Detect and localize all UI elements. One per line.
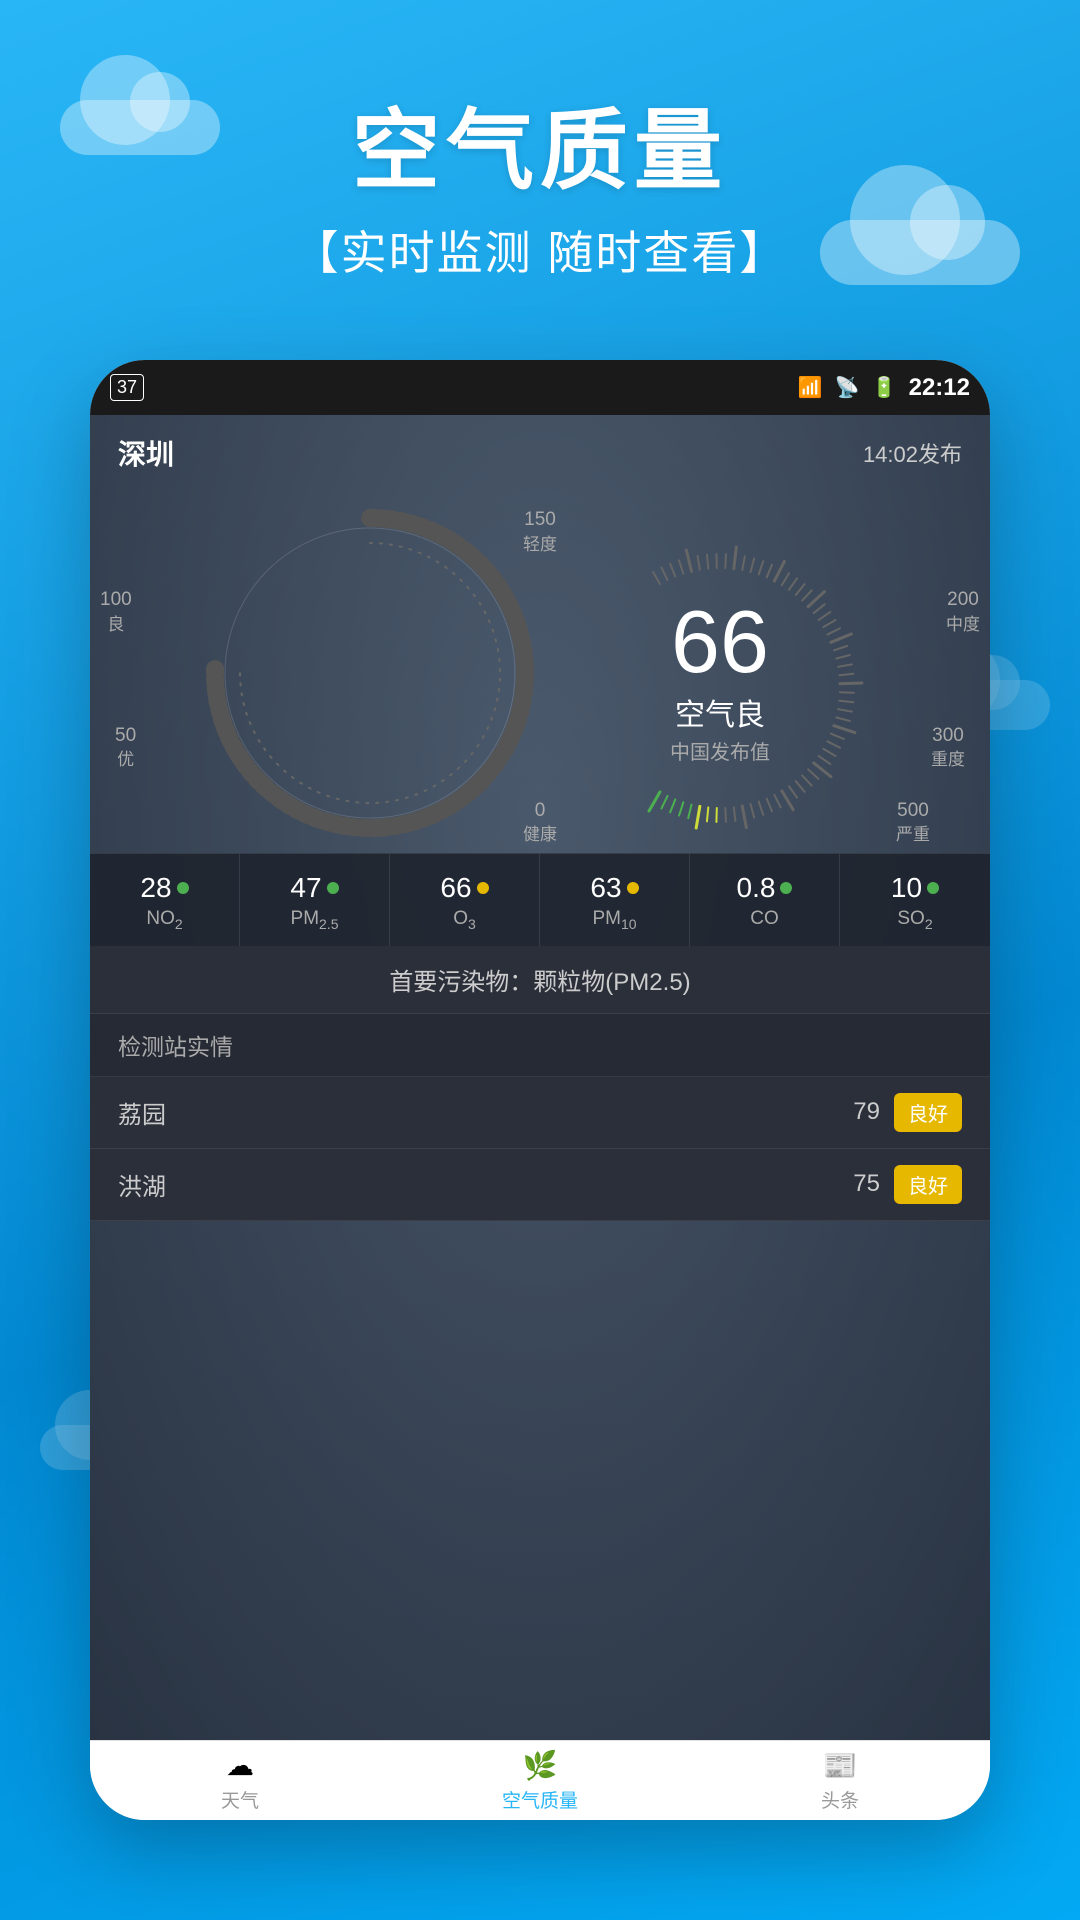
city-label: 深圳 <box>118 433 174 473</box>
battery-icon: 🔋 <box>872 375 897 400</box>
station-row-honghu[interactable]: 洪湖 75 良好 <box>90 1149 990 1221</box>
app-subtitle: 【实时监测 随时查看】 <box>0 217 1080 283</box>
station-row-liyuan[interactable]: 荔园 79 良好 <box>90 1077 990 1149</box>
air-quality-tab-icon: 🌿 <box>523 1749 558 1782</box>
pollutant-o3-value: 66 <box>440 872 488 904</box>
station-liyuan-right: 79 良好 <box>853 1093 962 1132</box>
news-tab-icon: 📰 <box>823 1749 858 1782</box>
gauge-visual: 66 空气良 中国发布值 <box>550 503 890 843</box>
pollutant-o3-name: O3 <box>453 908 476 932</box>
pollutant-no2-value: 28 <box>140 872 188 904</box>
station-honghu-score: 75 <box>853 1170 880 1198</box>
station-honghu-right: 75 良好 <box>853 1165 962 1204</box>
tab-news[interactable]: 📰 头条 <box>690 1741 990 1820</box>
info-section: 首要污染物：颗粒物(PM2.5) 检测站实情 荔园 79 良好 洪湖 75 良好 <box>90 946 990 1221</box>
gauge-status: 空气良 <box>670 690 770 734</box>
pollutant-co[interactable]: 0.8 CO <box>690 854 840 946</box>
news-tab-label: 头条 <box>821 1786 859 1813</box>
station-liyuan-badge: 良好 <box>894 1093 962 1132</box>
pollutant-co-name: CO <box>750 908 779 930</box>
pollutant-pm10-name: PM10 <box>592 908 636 932</box>
publish-time: 14:02发布 <box>863 437 962 469</box>
status-left: 37 <box>110 374 144 401</box>
header-area: 空气质量 【实时监测 随时查看】 <box>0 80 1080 283</box>
pollutant-so2-value: 10 <box>891 872 939 904</box>
pollutant-no2-dot <box>177 882 189 894</box>
pollutant-pm25-dot <box>327 882 339 894</box>
pollutant-pm25[interactable]: 47 PM2.5 <box>240 854 390 946</box>
station-liyuan-name: 荔园 <box>118 1095 166 1130</box>
app-title: 空气质量 <box>0 80 1080 207</box>
station-liyuan-score: 79 <box>853 1098 880 1126</box>
tab-weather[interactable]: ☁ 天气 <box>90 1741 390 1820</box>
pollutant-pm25-value: 47 <box>290 872 338 904</box>
pollutant-co-dot <box>780 882 792 894</box>
station-header: 检测站实情 <box>90 1014 990 1077</box>
pollutant-no2-name: NO2 <box>146 908 182 932</box>
tab-bar: ☁ 天气 🌿 空气质量 📰 头条 <box>90 1740 990 1820</box>
pollutant-pm10[interactable]: 63 PM10 <box>540 854 690 946</box>
gauge-container: 0健康 50优 100良 150轻度 200中度 300重度 5 <box>90 493 990 853</box>
app-content: 深圳 14:02发布 0健康 50优 100良 150轻度 20 <box>90 415 990 1740</box>
signal-icon: 📡 <box>835 375 860 400</box>
pollutant-pm10-dot <box>627 882 639 894</box>
status-time: 22:12 <box>909 374 970 402</box>
tab-air-quality[interactable]: 🌿 空气质量 <box>390 1741 690 1820</box>
pollutant-grid: 28 NO2 47 PM2.5 66 O3 <box>90 853 990 946</box>
primary-pollutant-text: 首要污染物：颗粒物(PM2.5) <box>90 946 990 1014</box>
weather-tab-icon: ☁ <box>226 1749 254 1782</box>
app-topbar: 深圳 14:02发布 <box>90 415 990 483</box>
weather-tab-label: 天气 <box>221 1786 259 1813</box>
pollutant-o3[interactable]: 66 O3 <box>390 854 540 946</box>
phone-mockup: 37 📶 📡 🔋 22:12 深圳 14:02发布 0健康 <box>90 360 990 1820</box>
gauge-label-300: 300重度 <box>931 724 965 773</box>
pollutant-o3-dot <box>477 882 489 894</box>
wifi-icon: 📶 <box>798 375 823 400</box>
notification-badge: 37 <box>110 374 144 401</box>
gauge-label-200: 200中度 <box>946 588 980 637</box>
pollutant-so2-name: SO2 <box>897 908 932 932</box>
gauge-label-50: 50优 <box>115 724 136 773</box>
gauge-label-100: 100良 <box>100 588 132 637</box>
station-honghu-name: 洪湖 <box>118 1167 166 1202</box>
pollutant-pm10-value: 63 <box>590 872 638 904</box>
pollutant-no2[interactable]: 28 NO2 <box>90 854 240 946</box>
pollutant-so2[interactable]: 10 SO2 <box>840 854 990 946</box>
gauge-subtitle: 中国发布值 <box>670 736 770 765</box>
status-bar: 37 📶 📡 🔋 22:12 <box>90 360 990 415</box>
status-right: 📶 📡 🔋 22:12 <box>798 374 970 402</box>
pollutant-co-value: 0.8 <box>737 872 793 904</box>
gauge-value: 66 <box>670 598 770 686</box>
station-honghu-badge: 良好 <box>894 1165 962 1204</box>
gauge-center-display: 66 空气良 中国发布值 <box>670 598 770 765</box>
pollutant-pm25-name: PM2.5 <box>291 908 339 932</box>
air-quality-tab-label: 空气质量 <box>502 1786 578 1813</box>
gauge-label-500: 500严重 <box>896 799 930 848</box>
pollutant-so2-dot <box>927 882 939 894</box>
